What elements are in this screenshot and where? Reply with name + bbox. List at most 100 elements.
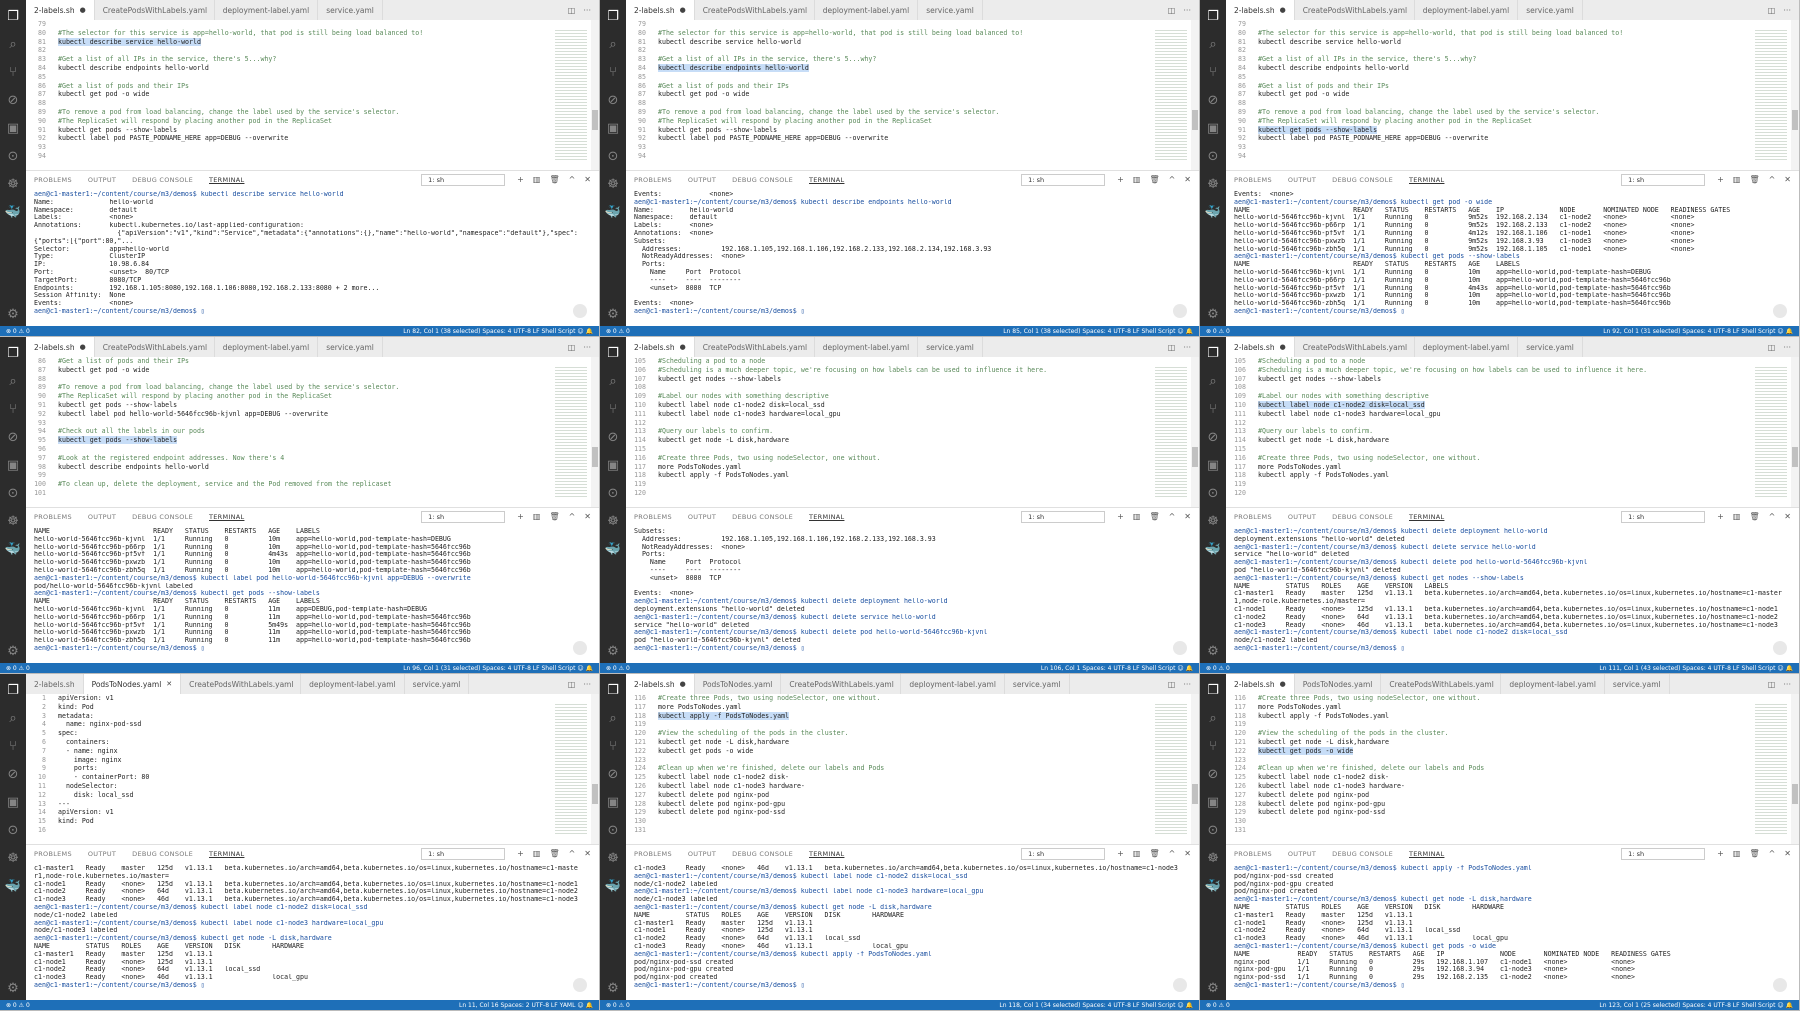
split-terminal-icon[interactable]: ▥ (533, 512, 541, 521)
terminal-select[interactable]: 1: sh (421, 510, 506, 523)
panel-tab-terminal[interactable]: TERMINAL (1401, 176, 1452, 184)
minimap[interactable] (1149, 694, 1191, 844)
panel-tab-terminal[interactable]: TERMINAL (201, 513, 252, 521)
editor-tab[interactable]: 2-labels.sh ● (26, 0, 95, 20)
minimap[interactable] (549, 20, 591, 170)
debug-icon[interactable]: ⊘ (1200, 423, 1226, 451)
files-icon[interactable]: ❐ (0, 339, 26, 367)
editor-tab[interactable]: deployment-label.yaml (301, 674, 405, 694)
maximize-panel-icon[interactable]: ^ (1769, 849, 1776, 858)
panel-tab-problems[interactable]: PROBLEMS (1226, 850, 1280, 858)
editor-tab[interactable]: CreatePodsWithLabels.yaml (1381, 674, 1502, 694)
debug-icon[interactable]: ⊘ (600, 423, 626, 451)
split-editor-icon[interactable]: ◫ (1168, 343, 1176, 352)
panel-tab-output[interactable]: OUTPUT (680, 176, 724, 184)
kubernetes-icon[interactable]: ☸ (0, 844, 26, 872)
source-control-icon[interactable]: ⑂ (0, 732, 26, 760)
extensions-icon[interactable]: ▣ (0, 114, 26, 142)
gear-icon[interactable]: ⚙ (0, 302, 26, 326)
split-terminal-icon[interactable]: ▥ (1733, 175, 1741, 184)
panel-tab-problems[interactable]: PROBLEMS (626, 513, 680, 521)
panel-tab-terminal[interactable]: TERMINAL (201, 850, 252, 858)
source-control-icon[interactable]: ⑂ (1200, 732, 1226, 760)
scrollbar-thumb[interactable] (592, 784, 598, 804)
status-info[interactable]: Ln 11, Col 16 Spaces: 2 UTF-8 LF YAML ☺ … (459, 1002, 593, 1009)
panel-tab-problems[interactable]: PROBLEMS (626, 176, 680, 184)
editor-scrollbar[interactable] (591, 20, 599, 170)
terminal-select[interactable]: 1: sh (1021, 847, 1106, 860)
remote-icon[interactable]: ⊙ (1200, 142, 1226, 170)
extensions-icon[interactable]: ▣ (600, 451, 626, 479)
source-control-icon[interactable]: ⑂ (600, 58, 626, 86)
terminal-output[interactable]: c1-node3 Ready <none> 46d v1.13.1 beta.k… (626, 862, 1199, 1000)
kubernetes-icon[interactable]: ☸ (1200, 844, 1226, 872)
terminal-select[interactable]: 1: sh (421, 847, 506, 860)
editor-scrollbar[interactable] (1191, 20, 1199, 170)
editor-tab[interactable]: deployment-label.yaml (215, 0, 319, 20)
trash-icon[interactable]: 🗑 (1749, 849, 1759, 858)
extensions-icon[interactable]: ▣ (0, 451, 26, 479)
docker-icon[interactable]: 🐳 (0, 535, 26, 563)
editor-scrollbar[interactable] (1791, 20, 1799, 170)
more-actions-icon[interactable]: ··· (1783, 6, 1791, 15)
terminal-select[interactable]: 1: sh (1021, 510, 1106, 523)
panel-tab-debug-console[interactable]: DEBUG CONSOLE (1324, 513, 1401, 521)
panel-tab-problems[interactable]: PROBLEMS (26, 176, 80, 184)
more-actions-icon[interactable]: ··· (583, 343, 591, 352)
extensions-icon[interactable]: ▣ (600, 114, 626, 142)
docker-icon[interactable]: 🐳 (1200, 198, 1226, 226)
editor-tab[interactable]: service.yaml (405, 674, 470, 694)
terminal-output[interactable]: Events: <none> aen@c1-master1:~/content/c… (1226, 188, 1799, 326)
status-problems[interactable]: ⊗ 0 ⚠ 0 (606, 665, 630, 672)
panel-tab-debug-console[interactable]: DEBUG CONSOLE (1324, 176, 1401, 184)
editor-tab[interactable]: service.yaml (1518, 0, 1583, 20)
split-terminal-icon[interactable]: ▥ (1133, 849, 1141, 858)
docker-icon[interactable]: 🐳 (1200, 535, 1226, 563)
scrollbar-thumb[interactable] (1192, 784, 1198, 804)
panel-tab-terminal[interactable]: TERMINAL (801, 176, 852, 184)
code-lines[interactable]: #Get a list of pods and their IPs kubectl… (50, 357, 549, 507)
status-problems[interactable]: ⊗ 0 ⚠ 0 (1206, 1002, 1230, 1009)
code-editor[interactable]: 116 117 118 119 120 121 122 123 124 125 126 127 128 1… (626, 694, 1199, 844)
split-editor-icon[interactable]: ◫ (1768, 680, 1776, 689)
editor-tab[interactable]: CreatePodsWithLabels.yaml (1295, 0, 1415, 20)
docker-icon[interactable]: 🐳 (1200, 872, 1226, 900)
scroll-button[interactable] (573, 641, 587, 655)
docker-icon[interactable]: 🐳 (600, 872, 626, 900)
terminal-output[interactable]: aen@c1-master1:~/content/course/m3/demos… (26, 188, 599, 326)
code-editor[interactable]: 86 87 88 89 90 91 92 93 94 95 96 97 98 99 100 101 #Get a… (26, 357, 599, 507)
remote-icon[interactable]: ⊙ (1200, 816, 1226, 844)
scroll-button[interactable] (573, 978, 587, 992)
panel-tab-output[interactable]: OUTPUT (1280, 176, 1324, 184)
gear-icon[interactable]: ⚙ (0, 976, 26, 1000)
files-icon[interactable]: ❐ (1200, 339, 1226, 367)
gear-icon[interactable]: ⚙ (0, 639, 26, 663)
editor-tab[interactable]: service.yaml (318, 337, 383, 357)
kubernetes-icon[interactable]: ☸ (1200, 170, 1226, 198)
files-icon[interactable]: ❐ (1200, 676, 1226, 704)
close-panel-icon[interactable]: ✕ (1184, 175, 1191, 184)
scrollbar-thumb[interactable] (1192, 447, 1198, 467)
maximize-panel-icon[interactable]: ^ (569, 175, 576, 184)
panel-tab-output[interactable]: OUTPUT (680, 850, 724, 858)
gear-icon[interactable]: ⚙ (1200, 302, 1226, 326)
terminal-output[interactable]: Events: <none> aen@c1-master1:~/content/c… (626, 188, 1199, 326)
editor-tab[interactable]: 2-labels.sh ● (1226, 674, 1295, 694)
more-actions-icon[interactable]: ··· (1183, 680, 1191, 689)
close-panel-icon[interactable]: ✕ (1784, 512, 1791, 521)
scrollbar-thumb[interactable] (1792, 110, 1798, 130)
files-icon[interactable]: ❐ (0, 2, 26, 30)
editor-scrollbar[interactable] (1191, 694, 1199, 844)
new-terminal-icon[interactable]: + (1717, 849, 1724, 858)
terminal-select[interactable]: 1: sh (1621, 510, 1706, 523)
split-editor-icon[interactable]: ◫ (1168, 6, 1176, 15)
status-problems[interactable]: ⊗ 0 ⚠ 0 (1206, 328, 1230, 335)
extensions-icon[interactable]: ▣ (1200, 114, 1226, 142)
code-lines[interactable]: apiVersion: v1 kind: Pod metadata: name: n… (50, 694, 549, 844)
more-actions-icon[interactable]: ··· (1183, 343, 1191, 352)
scroll-button[interactable] (573, 304, 587, 318)
code-lines[interactable]: #Create three Pods, two using nodeSelect… (1250, 694, 1749, 844)
search-icon[interactable]: ⌕ (0, 704, 26, 732)
search-icon[interactable]: ⌕ (600, 30, 626, 58)
minimap[interactable] (549, 694, 591, 844)
